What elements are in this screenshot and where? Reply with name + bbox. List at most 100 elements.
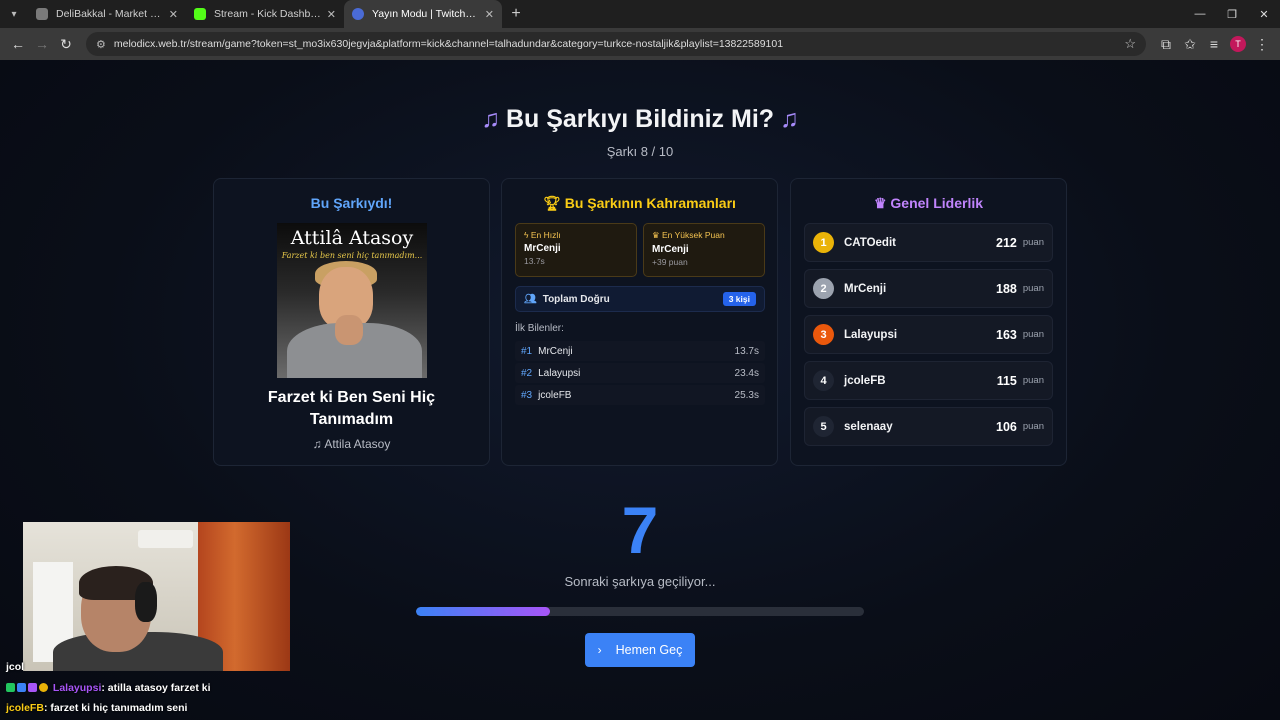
- skip-now-label: Hemen Geç: [615, 643, 683, 657]
- guesser-rank: #3: [521, 389, 533, 401]
- guesser-rank: #2: [521, 367, 533, 379]
- player-name: MrCenji: [844, 282, 887, 295]
- total-correct-bar: 👥︎ Toplam Doğru 3 kişi: [515, 286, 765, 312]
- crown-icon: ♛: [652, 230, 662, 240]
- chat-message: : farzet ki hiç tanımadım seni: [43, 702, 188, 714]
- player-name: Lalayupsi: [844, 328, 898, 341]
- chat-username: jcoleFB: [6, 702, 44, 714]
- points-unit: puan: [1022, 283, 1044, 294]
- highest-name: MrCenji: [652, 244, 689, 255]
- rank-badge: 4: [813, 370, 834, 391]
- chat-line: jcol: [6, 661, 24, 673]
- guesser-name: jcoleFB: [538, 389, 572, 401]
- tab-title: DeliBakkal - Market Otomasyonu: [56, 8, 163, 20]
- close-window-icon[interactable]: ✕: [1248, 0, 1280, 28]
- highest-points: +39 puan: [652, 257, 688, 267]
- leaderboard-title-text: Genel Liderlik: [890, 195, 984, 211]
- album-hand: [335, 315, 363, 345]
- site-info-icon[interactable]: ⚙: [96, 38, 106, 51]
- browser-toolbar: ← → ↻ ⚙ melodicx.web.tr/stream/game?toke…: [0, 28, 1280, 60]
- rank-badge: 1: [813, 232, 834, 253]
- album-subtitle-lettering: Farzet ki ben seni hiç tanımadım...: [281, 251, 423, 260]
- menu-icon[interactable]: ⋮: [1250, 32, 1274, 56]
- profile-initial: T: [1230, 36, 1246, 52]
- artist-name: Attila Atasoy: [324, 437, 391, 451]
- points-unit: puan: [1022, 375, 1044, 386]
- chat-text: jcol: [6, 661, 25, 673]
- highest-label: ♛ En Yüksek Puan: [652, 230, 756, 241]
- rank-badge: 5: [813, 416, 834, 437]
- forward-icon[interactable]: →: [30, 32, 54, 56]
- guesser-time: 23.4s: [734, 367, 759, 379]
- leaderboard-title: ♛ Genel Liderlik: [791, 195, 1066, 212]
- highest-score-box: ♛ En Yüksek Puan MrCenji +39 puan: [643, 223, 765, 277]
- player-points: 115: [996, 373, 1017, 388]
- player-points: 212: [996, 235, 1017, 250]
- chat-line: jcoleFB: farzet ki hiç tanımadım seni: [6, 702, 187, 714]
- points-unit: puan: [1022, 329, 1044, 340]
- heroes-card: 🏆︎ Bu Şarkının Kahramanları ϟ En Hızlı M…: [501, 178, 778, 466]
- favorites-icon[interactable]: ✩: [1178, 32, 1202, 56]
- points-unit: puan: [1022, 421, 1044, 432]
- first-guesser-row: #2 Lalayupsi 23.4s: [515, 363, 765, 383]
- chevron-right-icon: ›: [597, 643, 602, 657]
- guesser-name: MrCenji: [538, 345, 573, 357]
- tab-search-icon[interactable]: ▾: [0, 0, 28, 28]
- chat-line: Lalayupsi: atilla atasoy farzet ki: [6, 682, 211, 694]
- address-bar[interactable]: ⚙ melodicx.web.tr/stream/game?token=st_m…: [86, 32, 1146, 56]
- tab-close-icon[interactable]: ✕: [169, 8, 178, 21]
- tab-close-icon[interactable]: ✕: [485, 8, 494, 21]
- bookmark-star-icon[interactable]: ☆: [1124, 36, 1136, 52]
- skip-now-button[interactable]: › Hemen Geç: [585, 633, 695, 667]
- leaderboard-row: 1 CATOedit 212 puan: [804, 223, 1053, 262]
- first-guessers-label: İlk Bilenler:: [515, 323, 564, 334]
- song-name: Farzet ki Ben Seni Hiç Tanımadım: [267, 389, 436, 428]
- tab-close-icon[interactable]: ✕: [327, 8, 336, 21]
- first-guesser-row: #1 MrCenji 13.7s: [515, 341, 765, 361]
- tab-kick-dashboard[interactable]: Stream - Kick Dashboard ✕: [186, 0, 344, 28]
- new-tab-icon[interactable]: +: [502, 5, 530, 23]
- badge-icon: [39, 683, 48, 692]
- music-note-icon: ♫: [780, 105, 799, 133]
- total-correct-badge: 3 kişi: [722, 292, 756, 306]
- tab-yayin-modu[interactable]: Yayın Modu | Twitch ve Kick ile ✕: [344, 0, 502, 28]
- reload-icon[interactable]: ↻: [54, 32, 78, 56]
- restore-icon[interactable]: ❐: [1216, 0, 1248, 28]
- badge-icon: [28, 683, 37, 692]
- album-artist-lettering: Attilâ Atasoy: [290, 227, 414, 249]
- leaderboard-row: 2 MrCenji 188 puan: [804, 269, 1053, 308]
- chat-message: : atilla atasoy farzet ki: [101, 682, 211, 694]
- player-points: 188: [996, 281, 1017, 296]
- tab-delibakkal[interactable]: DeliBakkal - Market Otomasyonu ✕: [28, 0, 186, 28]
- fastest-name: MrCenji: [524, 243, 561, 254]
- player-name: CATOedit: [844, 236, 896, 249]
- player-name: jcoleFB: [844, 374, 886, 387]
- rank-badge: 3: [813, 324, 834, 345]
- points-unit: puan: [1022, 237, 1044, 248]
- cam-air-conditioner: [138, 530, 193, 548]
- leaderboard-row: 3 Lalayupsi 163 puan: [804, 315, 1053, 354]
- leaderboard-row: 4 jcoleFB 115 puan: [804, 361, 1053, 400]
- media-icon[interactable]: ≡: [1202, 32, 1226, 56]
- music-note-icon: ♫: [312, 437, 325, 451]
- player-name: selenaay: [844, 420, 893, 433]
- extensions-icon[interactable]: ⧉: [1154, 32, 1178, 56]
- trophy-icon: 🏆︎: [543, 195, 565, 211]
- back-icon[interactable]: ←: [6, 32, 30, 56]
- player-points: 106: [996, 419, 1017, 434]
- guesser-time: 25.3s: [734, 389, 759, 401]
- first-guesser-row: #3 jcoleFB 25.3s: [515, 385, 765, 405]
- leaderboard-card: ♛ Genel Liderlik 1 CATOedit 212 puan 2 M…: [790, 178, 1067, 466]
- guesser-rank: #1: [521, 345, 533, 357]
- profile-avatar[interactable]: T: [1226, 32, 1250, 56]
- cam-headphones: [135, 582, 157, 622]
- badge-icon: [6, 683, 15, 692]
- artist-line: ♫ Attila Atasoy: [214, 437, 489, 451]
- badge-icon: [17, 683, 26, 692]
- song-reveal-card: Bu Şarkıydı! Attilâ Atasoy Farzet ki ben…: [213, 178, 490, 466]
- webcam-overlay: [23, 522, 290, 671]
- song-counter: Şarkı 8 / 10: [606, 144, 674, 159]
- music-note-icon: ♫: [481, 105, 500, 133]
- crown-icon: ♛: [873, 195, 891, 211]
- minimize-icon[interactable]: —: [1184, 0, 1216, 28]
